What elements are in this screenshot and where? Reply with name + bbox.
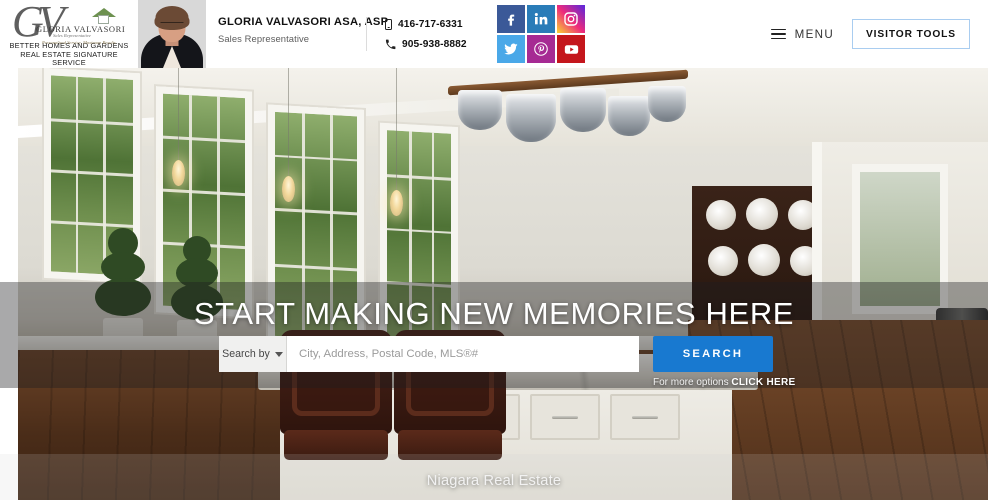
hanging-pot-2 [506, 94, 556, 142]
site-header: GV GLORIA VALVASORI Sales Representative… [0, 0, 988, 68]
social-link-facebook[interactable] [497, 5, 525, 33]
search-input[interactable] [287, 336, 639, 372]
agent-name: GLORIA VALVASORI ASA, ASP [218, 16, 389, 28]
menu-button[interactable]: MENU [770, 25, 834, 42]
hanging-pot-rack [448, 68, 688, 142]
agent-role: Sales Representative [218, 33, 310, 44]
contact-mobile[interactable]: 416-717-6331 [385, 16, 485, 33]
youtube-icon [564, 44, 578, 54]
site-logo[interactable]: GV GLORIA VALVASORI Sales Representative… [0, 0, 138, 68]
pinterest-icon [534, 42, 548, 56]
social-link-linkedin[interactable] [527, 5, 555, 33]
agent-photo [138, 0, 206, 68]
twitter-icon [504, 43, 518, 55]
social-link-youtube[interactable] [557, 35, 585, 63]
photo-glasses [160, 22, 184, 28]
logo-brand-sub1: Sales Representative [53, 33, 91, 38]
hero-headline: START MAKING NEW MEMORIES HERE [193, 296, 795, 331]
visitor-tools-label: VISITOR TOOLS [865, 28, 956, 40]
more-options-text: For more options CLICK HERE [653, 377, 795, 388]
logo-script-initials: GV [12, 0, 65, 46]
house-body-icon [98, 15, 109, 24]
pendant-wire-1 [178, 68, 179, 164]
hanging-pot-1 [458, 90, 502, 130]
search-by-label: Search by [222, 348, 270, 360]
phone-handset-icon [385, 39, 396, 50]
linkedin-icon [534, 13, 548, 25]
hanging-pot-5 [648, 86, 686, 122]
agent-identity: GLORIA VALVASORI ASA, ASP Sales Represen… [206, 0, 389, 68]
more-options-prefix: For more options [653, 377, 732, 388]
search-button[interactable]: SEARCH [653, 336, 773, 372]
hero-section: START MAKING NEW MEMORIES HERE Search by… [0, 68, 988, 500]
hero-caption: Niagara Real Estate [426, 473, 562, 489]
visitor-tools-button[interactable]: VISITOR TOOLS [852, 19, 970, 49]
hamburger-menu-icon [770, 25, 786, 42]
facebook-icon [508, 14, 515, 26]
pendant-light-1 [172, 160, 185, 186]
hanging-pot-4 [608, 96, 650, 136]
mobile-number: 416-717-6331 [398, 19, 463, 30]
social-links [497, 5, 585, 68]
chevron-down-icon [274, 351, 283, 357]
office-number: 905-938-8882 [402, 39, 467, 50]
mobile-phone-icon [385, 19, 392, 30]
pendant-light-3 [390, 190, 403, 216]
logo-brand-sub2: Personalized Service, Maximum Results [42, 40, 116, 45]
contact-info: 416-717-6331 905-938-8882 [367, 0, 485, 68]
pendant-wire-3 [396, 68, 397, 194]
logo-tagline: BETTER HOMES AND GARDENS REAL ESTATE SIG… [9, 41, 129, 68]
hanging-pot-3 [560, 88, 606, 132]
social-link-twitter[interactable] [497, 35, 525, 63]
pendant-wire-2 [288, 68, 289, 180]
social-link-pinterest[interactable] [527, 35, 555, 63]
social-link-instagram[interactable] [557, 5, 585, 33]
logo-mark: GV GLORIA VALVASORI Sales Representative… [6, 0, 132, 45]
pendant-light-2 [282, 176, 295, 202]
instagram-icon [564, 12, 578, 26]
search-by-dropdown[interactable]: Search by [219, 336, 287, 372]
more-options-link[interactable]: CLICK HERE [731, 377, 795, 388]
menu-label: MENU [794, 27, 834, 41]
header-nav: MENU VISITOR TOOLS [770, 0, 988, 68]
contact-office[interactable]: 905-938-8882 [385, 36, 485, 53]
property-search-bar: Search by SEARCH [219, 336, 773, 372]
